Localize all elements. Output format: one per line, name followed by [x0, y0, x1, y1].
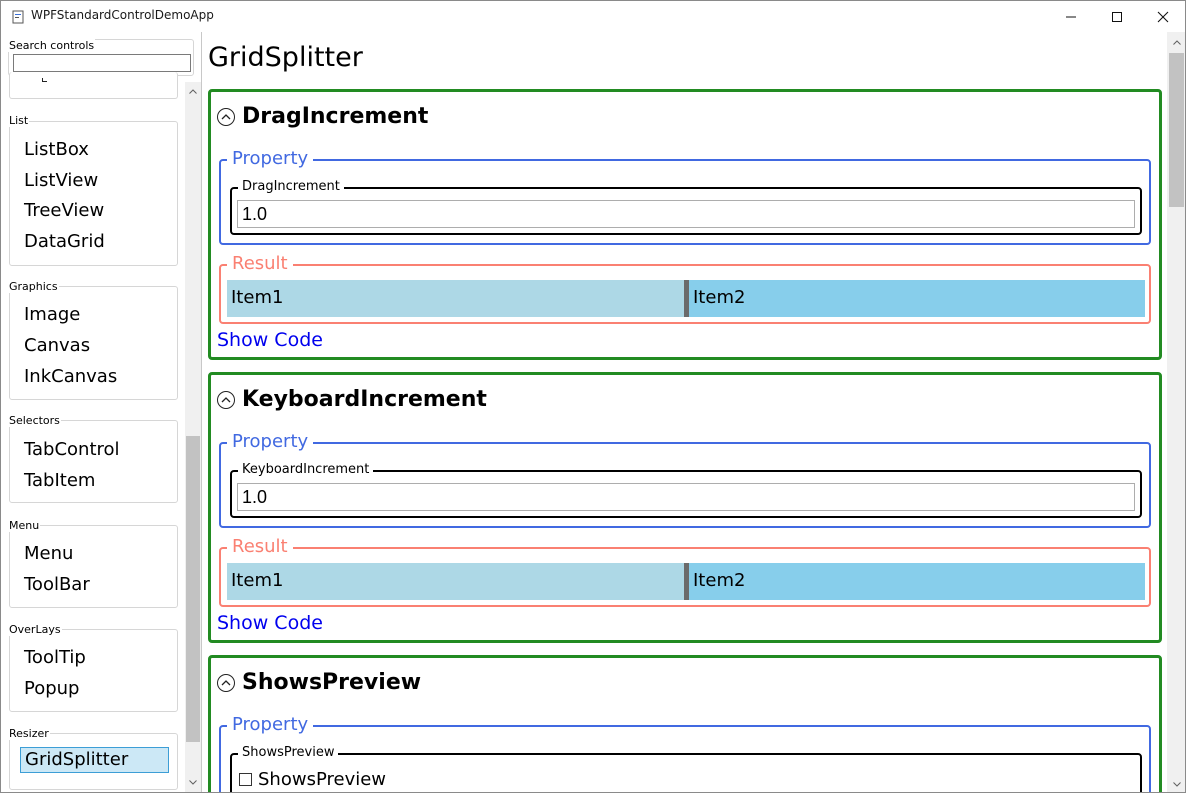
- result-label: Result: [227, 253, 293, 274]
- minimize-button[interactable]: [1048, 1, 1094, 32]
- section-header[interactable]: KeyboardIncrement: [217, 387, 487, 412]
- show-code-link[interactable]: Show Code: [217, 329, 323, 351]
- sidebar-item-canvas[interactable]: Canvas: [24, 335, 90, 357]
- field-label: KeyboardIncrement: [238, 462, 374, 477]
- group-label-list: List: [8, 114, 30, 127]
- main-scroll-down-button[interactable]: [1167, 777, 1185, 791]
- chevron-down-icon: [189, 779, 197, 785]
- sidebar-item-treeview[interactable]: TreeView: [24, 200, 104, 222]
- search-input[interactable]: [13, 54, 191, 72]
- chevron-up-icon: [1172, 39, 1181, 45]
- collapse-icon[interactable]: [217, 673, 235, 692]
- result-group: Result Item1 Item2: [219, 536, 1151, 607]
- property-label: Property: [227, 148, 314, 169]
- section-showspreview: ShowsPreview Property ShowsPreview Shows…: [208, 655, 1162, 792]
- section-header[interactable]: ShowsPreview: [217, 670, 421, 695]
- section-header[interactable]: DragIncrement: [217, 104, 428, 129]
- section-dragincrement: DragIncrement Property DragIncrement Res…: [208, 89, 1162, 360]
- group-resizer: GridSplitter: [9, 733, 178, 790]
- grid-item-1: Item1: [227, 280, 684, 317]
- group-label-resizer: Resizer: [8, 727, 50, 740]
- field-group: KeyboardIncrement: [230, 462, 1142, 518]
- field-label: ShowsPreview: [238, 745, 339, 760]
- dragincrement-input[interactable]: [237, 200, 1135, 228]
- maximize-button[interactable]: [1094, 1, 1140, 32]
- group-list: ListBox ListView TreeView DataGrid: [9, 121, 178, 266]
- sidebar-scroll-thumb[interactable]: [186, 436, 200, 742]
- close-icon: [1157, 11, 1169, 22]
- sidebar-item-inkcanvas[interactable]: InkCanvas: [24, 366, 117, 388]
- result-label: Result: [227, 536, 293, 557]
- group-overlays: ToolTip Popup: [9, 629, 178, 712]
- group-label-graphics: Graphics: [8, 280, 59, 293]
- search-label: Search controls: [8, 39, 96, 52]
- group-label-selectors: Selectors: [8, 414, 61, 427]
- sidebar-item-menu[interactable]: Menu: [24, 543, 73, 565]
- section-title: DragIncrement: [242, 104, 429, 129]
- section-keyboardincrement: KeyboardIncrement Property KeyboardIncre…: [208, 372, 1162, 643]
- minimize-icon: [1066, 16, 1076, 17]
- property-label: Property: [227, 431, 314, 452]
- app-window: WPFStandardControlDemoApp Search control…: [0, 0, 1186, 793]
- field-label: DragIncrement: [238, 179, 344, 194]
- grid-item-2: Item2: [689, 563, 1145, 600]
- section-title: KeyboardIncrement: [242, 387, 487, 412]
- sidebar-item-toolbar[interactable]: ToolBar: [24, 574, 90, 596]
- grid-item-2: Item2: [689, 280, 1145, 317]
- sidebar-item-popup[interactable]: Popup: [24, 678, 80, 700]
- sidebar-item-tooltip[interactable]: ToolTip: [24, 647, 86, 669]
- property-group: Property DragIncrement: [219, 148, 1151, 245]
- property-label: Property: [227, 714, 314, 735]
- sidebar: Search controls ListBox ListView TreeVie…: [1, 32, 202, 792]
- keyboardincrement-input[interactable]: [237, 483, 1135, 511]
- window-title: WPFStandardControlDemoApp: [31, 8, 214, 22]
- close-button[interactable]: [1140, 1, 1185, 32]
- grid-item-1: Item1: [227, 563, 684, 600]
- chevron-up-icon: [189, 88, 197, 94]
- field-group: ShowsPreview ShowsPreview: [230, 745, 1142, 792]
- title-bar[interactable]: WPFStandardControlDemoApp: [1, 1, 1185, 32]
- collapse-icon[interactable]: [217, 107, 235, 126]
- sidebar-item-listbox[interactable]: ListBox: [24, 139, 89, 161]
- partial-item-fragment: [42, 78, 47, 82]
- chevron-down-icon: [1172, 781, 1181, 787]
- result-group: Result Item1 Item2: [219, 253, 1151, 324]
- sidebar-item-gridsplitter[interactable]: GridSplitter: [20, 747, 169, 773]
- group-partial: [9, 72, 178, 99]
- group-menu: Menu ToolBar: [9, 525, 178, 608]
- section-title: ShowsPreview: [242, 670, 422, 695]
- sidebar-item-listview[interactable]: ListView: [24, 170, 98, 192]
- sidebar-item-tabcontrol[interactable]: TabControl: [24, 439, 120, 461]
- showspreview-checkbox-row[interactable]: ShowsPreview: [239, 769, 386, 790]
- show-code-link[interactable]: Show Code: [217, 612, 323, 634]
- checkbox-label: ShowsPreview: [258, 769, 387, 790]
- app-icon: [12, 9, 24, 24]
- sidebar-item-tabitem[interactable]: TabItem: [24, 470, 95, 492]
- sidebar-scroll-down-button[interactable]: [185, 775, 201, 789]
- group-label-menu: Menu: [8, 519, 41, 532]
- field-group: DragIncrement: [230, 179, 1142, 235]
- property-group: Property ShowsPreview ShowsPreview: [219, 714, 1151, 792]
- main-scroll-up-button[interactable]: [1167, 35, 1185, 49]
- showspreview-checkbox[interactable]: [239, 773, 252, 786]
- page-title: GridSplitter: [208, 42, 363, 73]
- main-content: GridSplitter DragIncrement Property Drag…: [203, 32, 1167, 792]
- property-group: Property KeyboardIncrement: [219, 431, 1151, 528]
- group-graphics: Image Canvas InkCanvas: [9, 286, 178, 400]
- sidebar-item-image[interactable]: Image: [24, 304, 80, 326]
- collapse-icon[interactable]: [217, 390, 235, 409]
- maximize-icon: [1112, 11, 1122, 22]
- sidebar-scroll-up-button[interactable]: [185, 84, 201, 98]
- group-label-overlays: OverLays: [8, 623, 62, 636]
- sidebar-item-datagrid[interactable]: DataGrid: [24, 231, 105, 253]
- main-scroll-thumb[interactable]: [1169, 53, 1184, 207]
- group-selectors: TabControl TabItem: [9, 420, 178, 503]
